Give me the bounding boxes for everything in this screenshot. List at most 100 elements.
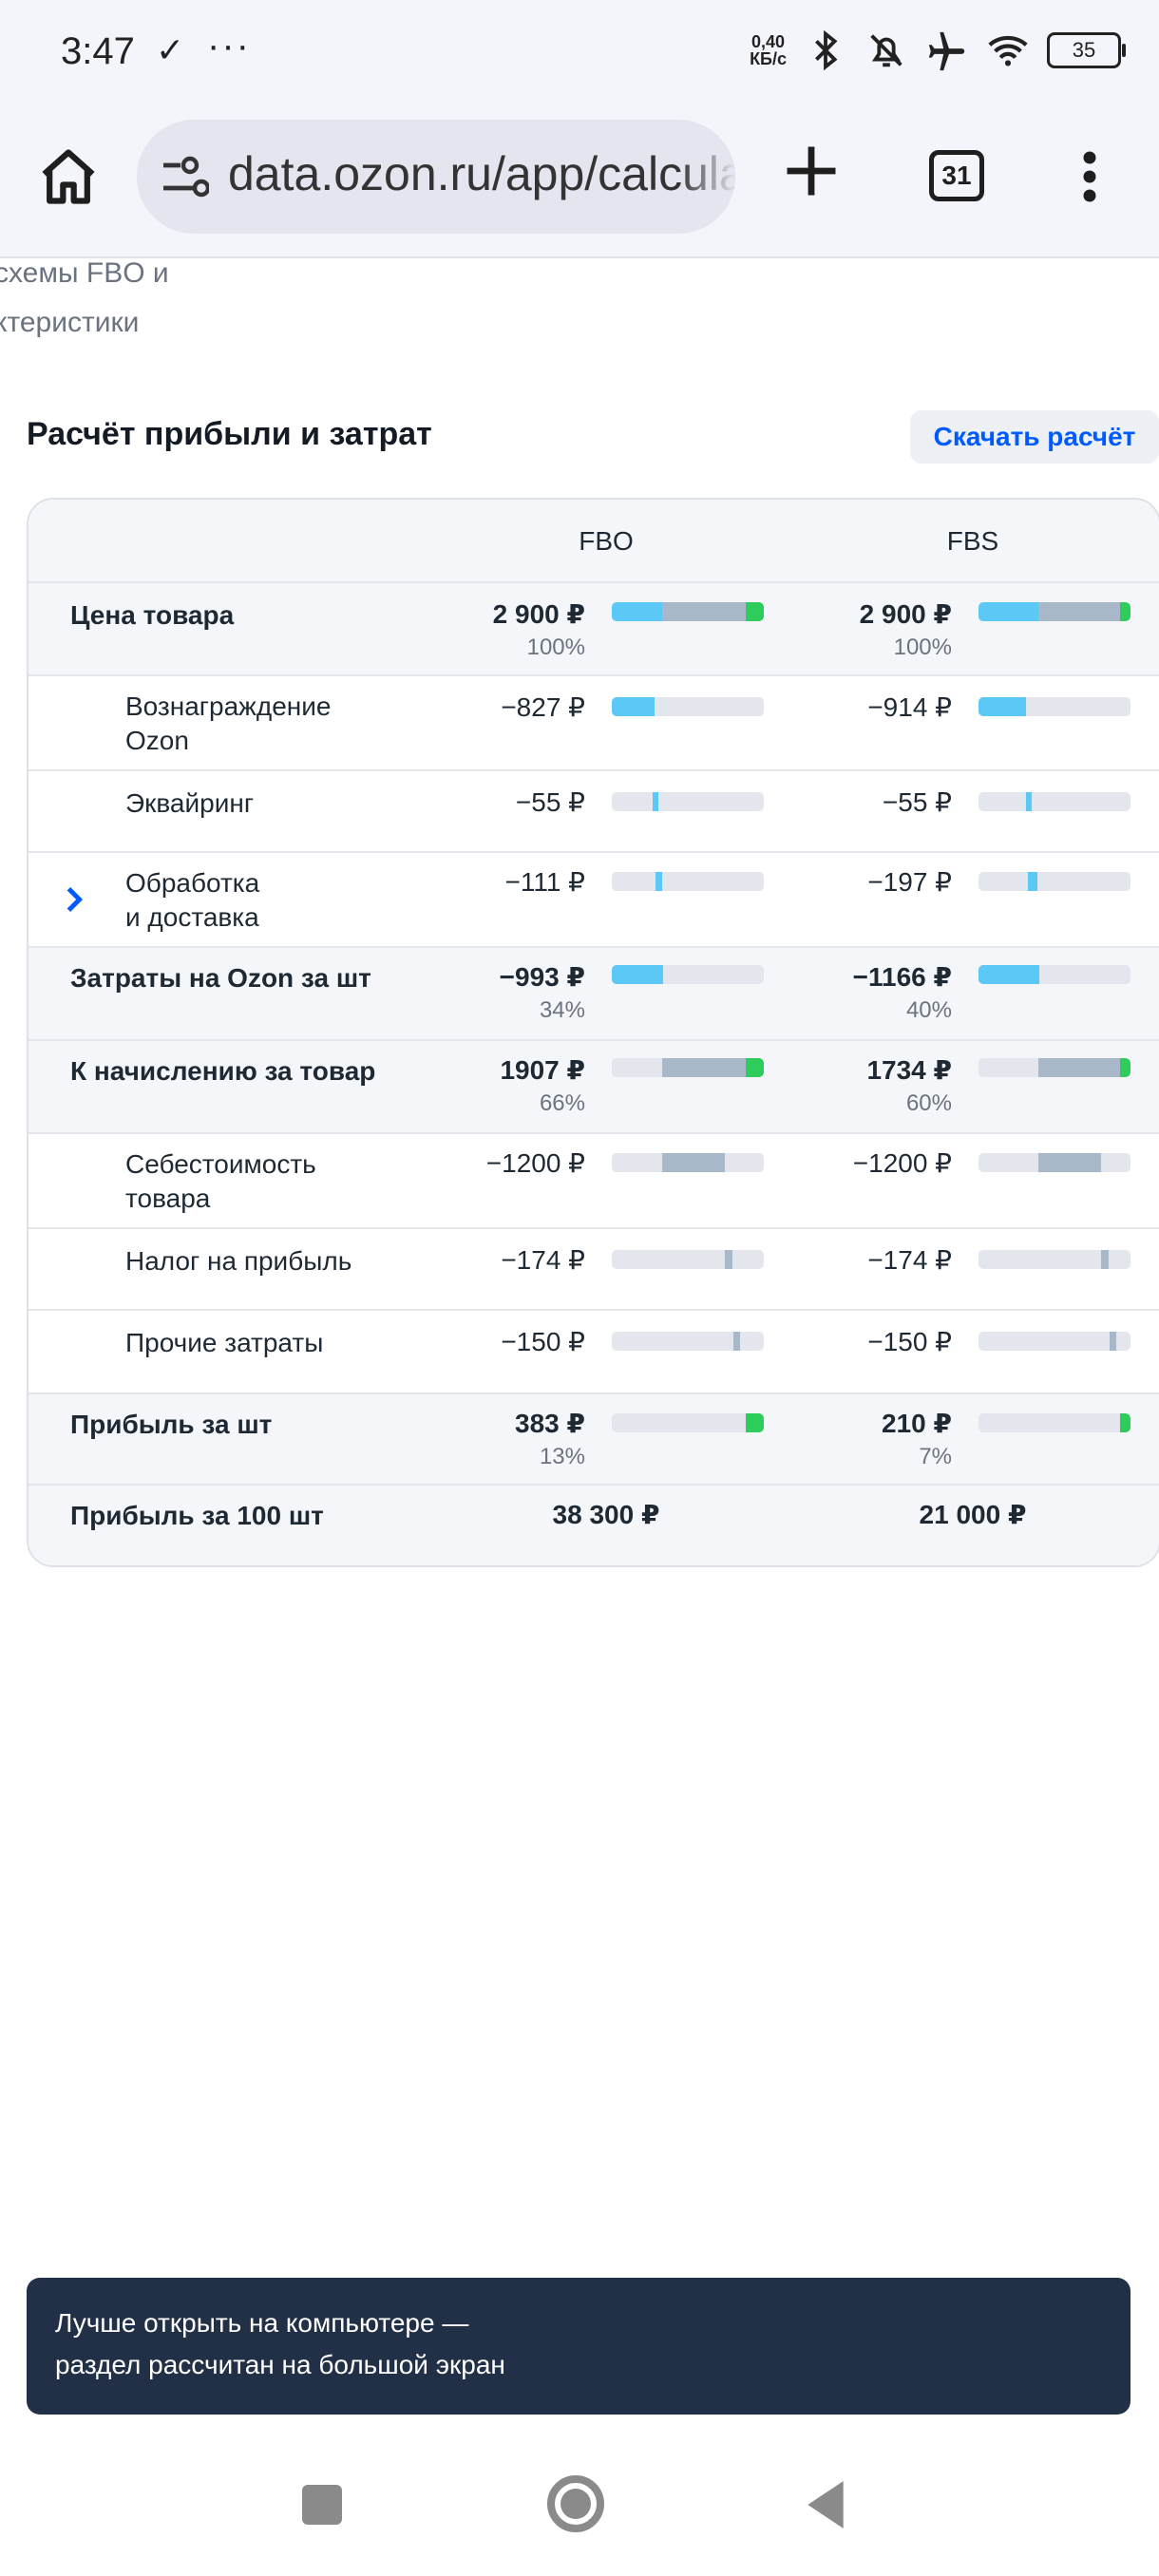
fbo-bar: [612, 697, 764, 716]
plus-icon[interactable]: [779, 139, 844, 203]
row-label: Вознаграждение Ozon: [125, 690, 331, 758]
bar-costs-segment: [662, 1153, 725, 1172]
row-label: Обработка и доставка: [125, 866, 259, 935]
row-label-line: Ozon: [125, 726, 189, 755]
fbs-value: −1200 ₽: [852, 1148, 952, 1178]
fbs-value: −197 ₽: [867, 867, 952, 897]
fbs-value: −914 ₽: [867, 692, 952, 722]
fbo-bar: [612, 872, 764, 891]
more-vert-icon[interactable]: [1074, 148, 1106, 205]
fbs-bar: [978, 1332, 1130, 1351]
table-row: Цена товара 2 900 ₽ 100% 2 900 ₽ 100%: [28, 583, 1159, 676]
bar-ozon-segment: [978, 965, 1039, 984]
fbo-value: −111 ₽: [504, 867, 585, 897]
table-row: Затраты на Ozon за шт −993 ₽ 34% −1166 ₽…: [28, 948, 1159, 1041]
fbs-value: 2 900 ₽: [859, 599, 952, 629]
more-notifications-icon: ···: [207, 25, 251, 66]
row-label: Налог на прибыль: [125, 1246, 352, 1276]
row-label: Себестоимость товара: [125, 1147, 316, 1216]
bell-off-icon: [870, 34, 902, 67]
fbo-percent: 66%: [539, 1090, 585, 1116]
table-row: Эквайринг −55 ₽ −55 ₽: [28, 771, 1159, 853]
profit-table: FBO FBS Цена товара 2 900 ₽ 100% 2 900 ₽…: [27, 498, 1159, 1567]
fbs-percent: 100%: [893, 635, 952, 660]
fbo-bar: [612, 1332, 764, 1351]
fbs-value: 210 ₽: [882, 1409, 952, 1438]
row-label-line: Обработка: [125, 868, 260, 898]
back-button-icon[interactable]: [804, 2479, 847, 2530]
fbs-bar: [978, 965, 1130, 984]
bluetooth-icon: [815, 29, 838, 71]
toast-line: Лучше открыть на компьютере —: [55, 2308, 469, 2338]
address-bar[interactable]: data.ozon.ru/app/calcula: [137, 120, 735, 234]
bar-costs-segment: [1038, 602, 1120, 621]
fbs-bar: [978, 602, 1130, 621]
fbo-value: 383 ₽: [515, 1409, 585, 1438]
home-icon[interactable]: [36, 144, 101, 209]
battery-icon: 35: [1047, 32, 1126, 68]
fbo-percent: 34%: [539, 997, 585, 1023]
bar-ozon-segment: [612, 697, 655, 716]
fbs-bar: [978, 1250, 1130, 1269]
section-title: Расчёт прибыли и затрат: [27, 416, 432, 452]
fbs-percent: 7%: [919, 1444, 952, 1469]
bar-ozon-segment: [978, 602, 1038, 621]
status-time: 3:47: [61, 30, 135, 72]
fbs-bar: [978, 1153, 1130, 1172]
fbs-percent: 40%: [905, 997, 952, 1023]
status-icons: 0,40 КБ/с 35: [750, 28, 1126, 72]
download-button[interactable]: Скачать расчёт: [910, 410, 1159, 464]
url-text: data.ozon.ru/app/calcula: [228, 147, 735, 200]
fbs-percent: 60%: [905, 1090, 952, 1116]
fbs-value: −55 ₽: [882, 787, 952, 817]
row-label: Прибыль за 100 шт: [70, 1501, 324, 1530]
fbs-value: 1734 ₽: [866, 1055, 952, 1085]
table-row: Налог на прибыль −174 ₽ −174 ₽: [28, 1229, 1159, 1311]
table-row: Себестоимость товара −1200 ₽ −1200 ₽: [28, 1134, 1159, 1229]
fbo-bar: [612, 792, 764, 811]
check-icon: ✓: [156, 30, 185, 69]
table-row: К начислению за товар 1907 ₽ 66% 1734 ₽ …: [28, 1041, 1159, 1134]
tabs-icon[interactable]: 31: [929, 150, 984, 201]
row-label-line: Себестоимость: [125, 1149, 316, 1179]
fbs-bar: [978, 1413, 1130, 1432]
bar-ozon-segment: [612, 602, 662, 621]
table-header: FBO FBS: [28, 500, 1159, 583]
fbo-value: −1200 ₽: [485, 1148, 585, 1178]
home-button-icon[interactable]: [545, 2473, 606, 2534]
fbo-total: 38 300 ₽: [552, 1500, 660, 1529]
bar-costs-segment: [662, 602, 746, 621]
bar-ozon-segment: [1028, 872, 1037, 891]
bar-profit-segment: [1120, 602, 1130, 621]
bar-costs-segment: [733, 1332, 740, 1351]
row-label: Прочие затраты: [125, 1328, 324, 1357]
status-bar: 3:47 ✓ ··· 0,40 КБ/с 35: [0, 0, 1159, 104]
fbo-value: −55 ₽: [515, 787, 585, 817]
bar-costs-segment: [662, 1058, 746, 1077]
row-label-line: товара: [125, 1184, 211, 1213]
fbo-bar: [612, 1058, 764, 1077]
bar-ozon-segment: [612, 965, 663, 984]
fbs-bar: [978, 1058, 1130, 1077]
fbo-value: −174 ₽: [501, 1245, 585, 1275]
airplane-icon: [928, 31, 965, 71]
fbo-value: −150 ₽: [501, 1327, 585, 1356]
intro-line: ктеристики: [0, 307, 140, 338]
bar-ozon-segment: [656, 872, 662, 891]
bar-ozon-segment: [978, 697, 1026, 716]
fbo-value: 1907 ₽: [500, 1055, 585, 1085]
tune-icon[interactable]: [160, 154, 209, 199]
table-row-expandable[interactable]: Обработка и доставка −111 ₽ −197 ₽: [28, 853, 1159, 948]
bar-ozon-segment: [1026, 792, 1032, 811]
chevron-right-icon[interactable]: [65, 885, 84, 914]
fbs-value: −1166 ₽: [852, 962, 952, 992]
bar-costs-segment: [1101, 1250, 1109, 1269]
intro-line: схемы FBO и: [0, 257, 169, 289]
recents-button[interactable]: [302, 2485, 342, 2525]
row-label-line: Вознаграждение: [125, 691, 332, 721]
toast-line: раздел рассчитан на большой экран: [55, 2350, 505, 2379]
fbo-percent: 13%: [539, 1444, 585, 1469]
fbs-value: −150 ₽: [867, 1327, 952, 1356]
net-speed: 0,40 КБ/с: [750, 33, 787, 67]
fbo-value: −993 ₽: [499, 962, 585, 992]
